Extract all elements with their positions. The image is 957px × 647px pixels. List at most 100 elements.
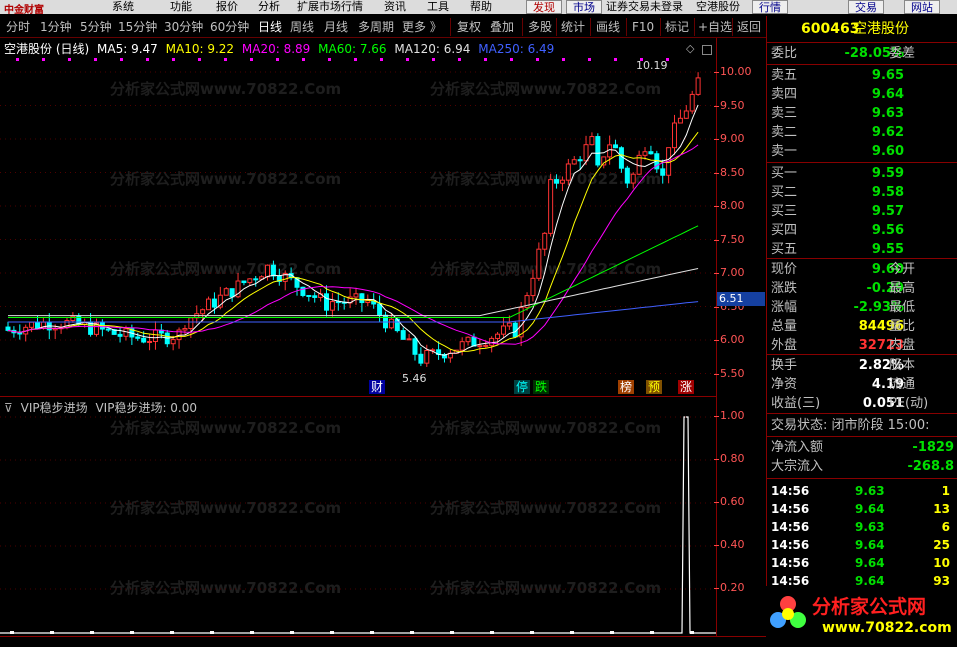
ma-legend-3: MA60: 7.66	[318, 42, 387, 56]
axis-tick-mark	[370, 631, 374, 634]
menu-item-quote[interactable]: 报价	[216, 0, 238, 13]
menu-item-extended-market[interactable]: 扩展市场行情	[297, 0, 363, 13]
weibi-row: 委比 -28.05% 委差	[767, 44, 957, 63]
stat-row-label: 外盘	[771, 338, 798, 353]
buy-level-3-label: 买三	[771, 204, 798, 219]
moving-average-line	[7, 131, 699, 352]
chart-title: 空港股份 (日线)	[4, 42, 90, 56]
event-marker[interactable]: 涨	[678, 380, 694, 394]
menu-item-tools[interactable]: 工具	[427, 0, 449, 13]
menu-item-help[interactable]: 帮助	[470, 0, 492, 13]
period-tab-30min[interactable]: 30分钟	[164, 18, 203, 36]
tick-row[interactable]: 14:56 9.64 10	[771, 554, 954, 572]
statistics-button[interactable]: 统计	[561, 18, 585, 36]
diamond-icon[interactable]: ◇	[686, 42, 694, 55]
tick-vol: 6	[941, 520, 950, 534]
signal-dot	[406, 58, 409, 61]
back-button[interactable]: 返回	[737, 18, 761, 36]
axis-tick-mark	[250, 631, 254, 634]
weicha-label: 委差	[889, 46, 916, 61]
stock-name: 空港股份	[853, 21, 909, 37]
menu-item-analysis[interactable]: 分析	[258, 0, 280, 13]
period-tab-60min[interactable]: 60分钟	[210, 18, 249, 36]
fund-row-label: 换手	[771, 358, 798, 373]
signal-dot	[120, 58, 123, 61]
trade-login-status[interactable]: 证券交易未登录	[606, 0, 683, 13]
event-marker[interactable]: 跌	[533, 380, 549, 394]
period-tab-5min[interactable]: 5分钟	[80, 18, 112, 36]
menu-item-function[interactable]: 功能	[170, 0, 192, 13]
signal-dot	[484, 58, 487, 61]
price-tick: 5.50	[714, 366, 745, 380]
sell-level-3-value: 9.63	[871, 106, 904, 121]
candle-body	[630, 173, 636, 184]
indicator-chart[interactable]: 分析家公式网www.70822.Com 分析家公式网www.70822.Com …	[0, 396, 716, 636]
tick-row[interactable]: 14:56 9.63 1	[771, 482, 954, 500]
period-tab-timeshare[interactable]: 分时	[6, 18, 30, 36]
time-axis	[0, 636, 766, 647]
event-marker[interactable]: 财	[369, 380, 385, 394]
tick-row[interactable]: 14:56 9.64 25	[771, 536, 954, 554]
quote-button[interactable]: 行情	[752, 0, 788, 14]
indicator-legend: ⊽ VIP稳步进场 VIP稳步进场: 0.00	[4, 399, 201, 416]
candle-body	[506, 322, 512, 327]
candle-body	[105, 328, 111, 331]
buy-level-5-label: 买五	[771, 242, 798, 257]
draw-line-button[interactable]: 画线	[596, 18, 620, 36]
event-marker[interactable]: 预	[646, 380, 662, 394]
period-tab-1min[interactable]: 1分钟	[40, 18, 72, 36]
tick-row[interactable]: 14:56 9.63 6	[771, 518, 954, 536]
candle-body	[677, 117, 683, 124]
toolbar-separator	[694, 18, 695, 36]
sell-level-4-label: 卖四	[771, 87, 798, 102]
period-tab-monthly[interactable]: 月线	[324, 18, 348, 36]
f10-button[interactable]: F10	[632, 18, 654, 36]
candle-body	[559, 179, 565, 184]
tick-row[interactable]: 14:56 9.64 13	[771, 500, 954, 518]
toolbar-separator	[522, 18, 523, 36]
period-tab-multi[interactable]: 多周期	[358, 18, 394, 36]
menu-item-news[interactable]: 资讯	[384, 0, 406, 13]
chevron-down-icon[interactable]: ⊽	[4, 401, 13, 415]
mark-button[interactable]: 标记	[665, 18, 689, 36]
website-button[interactable]: 网站	[904, 0, 940, 14]
candle-body	[571, 159, 577, 165]
indicator-value: VIP稳步进场: 0.00	[95, 401, 198, 415]
period-tab-15min[interactable]: 15分钟	[118, 18, 157, 36]
system-menu-bar: 中金财富 系统 功能 报价 分析 扩展市场行情 资讯 工具 帮助 发现 市场 证…	[0, 0, 957, 14]
candle-body	[365, 300, 371, 304]
signal-dot	[536, 58, 539, 61]
candle-body	[489, 337, 495, 346]
event-marker[interactable]: 停	[514, 380, 530, 394]
event-marker[interactable]: 榜	[618, 380, 634, 394]
divider	[767, 478, 957, 479]
weibi-label: 委比	[771, 46, 798, 61]
period-tab-weekly[interactable]: 周线	[290, 18, 314, 36]
period-tab-more[interactable]: 更多 》	[402, 18, 442, 36]
buy-level-5-value: 9.55	[871, 242, 904, 257]
multi-stock-button[interactable]: 多股	[528, 18, 552, 36]
tick-price: 9.63	[855, 484, 885, 498]
add-watchlist-button[interactable]: +自选	[698, 18, 732, 36]
sell-level-1-label: 卖一	[771, 144, 798, 159]
candlestick-chart[interactable]: 分析家公式网www.70822.Com 分析家公式网www.70822.Com …	[0, 38, 716, 396]
window-restore-icon[interactable]	[702, 42, 712, 56]
tick-vol: 25	[933, 538, 950, 552]
tick-time: 14:56	[771, 502, 810, 516]
ma-legend-0: MA5: 9.47	[97, 42, 158, 56]
discover-button[interactable]: 发现	[526, 0, 562, 14]
trade-button[interactable]: 交易	[848, 0, 884, 14]
tick-time: 14:56	[771, 538, 810, 552]
market-button[interactable]: 市场	[566, 0, 602, 14]
low-price-label: 5.46	[402, 372, 427, 385]
adjust-button[interactable]: 复权	[457, 18, 481, 36]
period-tab-daily[interactable]: 日线	[258, 18, 282, 36]
stat-row-label2: 内盘	[889, 338, 916, 353]
candle-body	[477, 345, 483, 348]
menu-item-system[interactable]: 系统	[112, 0, 134, 13]
stat-row-label2: 最低	[889, 300, 916, 315]
signal-dot	[432, 58, 435, 61]
stat-row: 外盘 32723 内盘	[767, 336, 957, 355]
overlay-button[interactable]: 叠加	[490, 18, 514, 36]
stat-row: 涨跌 -0.29 最高	[767, 279, 957, 298]
